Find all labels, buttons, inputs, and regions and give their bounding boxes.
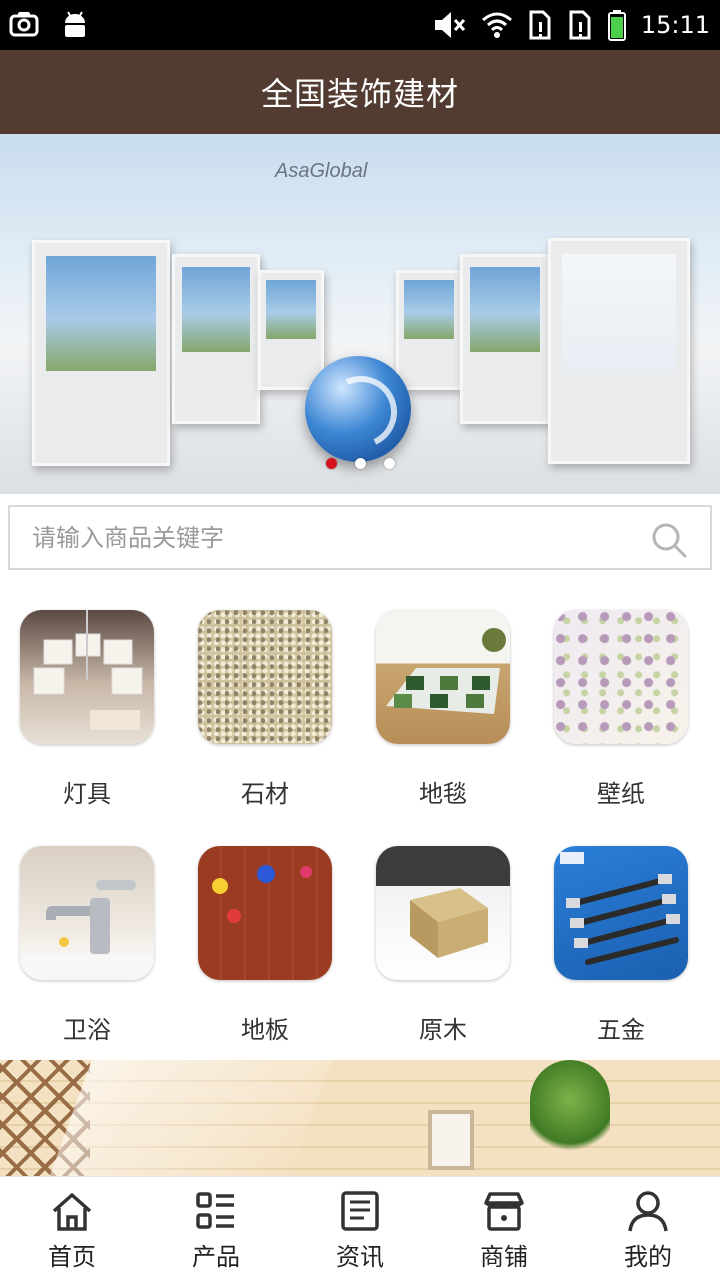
plant-decoration: [530, 1060, 610, 1160]
category-item-hardware[interactable]: 五金: [534, 826, 712, 1046]
banner-carousel[interactable]: AsaGlobal: [0, 134, 720, 494]
carousel-dot[interactable]: [325, 458, 337, 469]
wifi-icon: [481, 12, 512, 38]
category-label: 地板: [241, 1016, 289, 1044]
page-title: 全国装饰建材: [260, 75, 459, 113]
search-icon[interactable]: [650, 521, 688, 559]
nav-label: 首页: [48, 1243, 96, 1271]
home-icon: [52, 1193, 92, 1231]
android-icon: [65, 11, 85, 37]
camera-icon: [9, 12, 39, 37]
status-bar: 15:11: [0, 0, 720, 50]
faucet-image: [20, 846, 154, 980]
category-label: 灯具: [63, 780, 111, 808]
category-label: 石材: [241, 780, 289, 808]
banner-brand-text: AsaGlobal: [275, 160, 368, 182]
hardware-image: [554, 846, 688, 980]
search-input[interactable]: [32, 507, 632, 568]
nav-label: 我的: [624, 1243, 672, 1271]
user-icon: [628, 1191, 668, 1232]
nav-item-products[interactable]: 产品: [144, 1177, 288, 1280]
banner-panel: [460, 254, 550, 424]
category-label: 五金: [597, 1016, 645, 1044]
sim2-icon: [569, 10, 591, 40]
sim1-icon: [529, 10, 551, 40]
category-item-wallpaper[interactable]: 壁纸: [534, 590, 712, 810]
search-bar: [8, 505, 712, 570]
store-icon: [484, 1192, 524, 1231]
clock: 15:11: [640, 11, 710, 39]
floor-image: [198, 846, 332, 980]
banner-panel: [548, 238, 690, 464]
nav-item-news[interactable]: 资讯: [288, 1177, 432, 1280]
carousel-dot[interactable]: [383, 458, 395, 469]
category-label: 原木: [419, 1016, 467, 1044]
banner-panel: [32, 240, 170, 466]
category-item-floor[interactable]: 地板: [178, 826, 356, 1046]
category-item-stone[interactable]: 石材: [178, 590, 356, 810]
nav-label: 产品: [192, 1243, 240, 1271]
app-header: 全国装饰建材: [0, 50, 720, 134]
nav-item-stores[interactable]: 商铺: [432, 1177, 576, 1280]
nav-label: 商铺: [480, 1243, 528, 1271]
bottom-nav: 首页 产品 资讯 商铺 我的: [0, 1176, 720, 1280]
banner-panel: [396, 270, 462, 390]
carousel-dot[interactable]: [354, 458, 366, 469]
sunbeam-decoration: [40, 1060, 340, 1176]
grid-list-icon: [196, 1192, 234, 1229]
category-label: 壁纸: [597, 780, 645, 808]
mute-icon: [434, 12, 465, 38]
picture-frame-decoration: [428, 1110, 474, 1170]
nav-item-home[interactable]: 首页: [0, 1177, 144, 1280]
wallpaper-image: [554, 610, 688, 744]
globe-icon: [305, 356, 411, 462]
category-label: 地毯: [419, 780, 467, 808]
carpet-image: [376, 610, 510, 744]
category-item-lamp[interactable]: 灯具: [0, 590, 178, 810]
nav-item-me[interactable]: 我的: [576, 1177, 720, 1280]
battery-icon: [607, 10, 626, 41]
wood-image: [376, 846, 510, 980]
banner-panel: [258, 270, 324, 390]
category-label: 卫浴: [63, 1016, 111, 1044]
news-icon: [341, 1191, 379, 1231]
carousel-dots: [0, 458, 720, 469]
promo-banner[interactable]: [0, 1060, 720, 1176]
category-item-wood[interactable]: 原木: [356, 826, 534, 1046]
category-item-bath[interactable]: 卫浴: [0, 826, 178, 1046]
nav-label: 资讯: [336, 1243, 384, 1271]
lamp-image: [20, 610, 154, 744]
stone-image: [198, 610, 332, 744]
banner-panel: [172, 254, 260, 424]
category-item-carpet[interactable]: 地毯: [356, 590, 534, 810]
